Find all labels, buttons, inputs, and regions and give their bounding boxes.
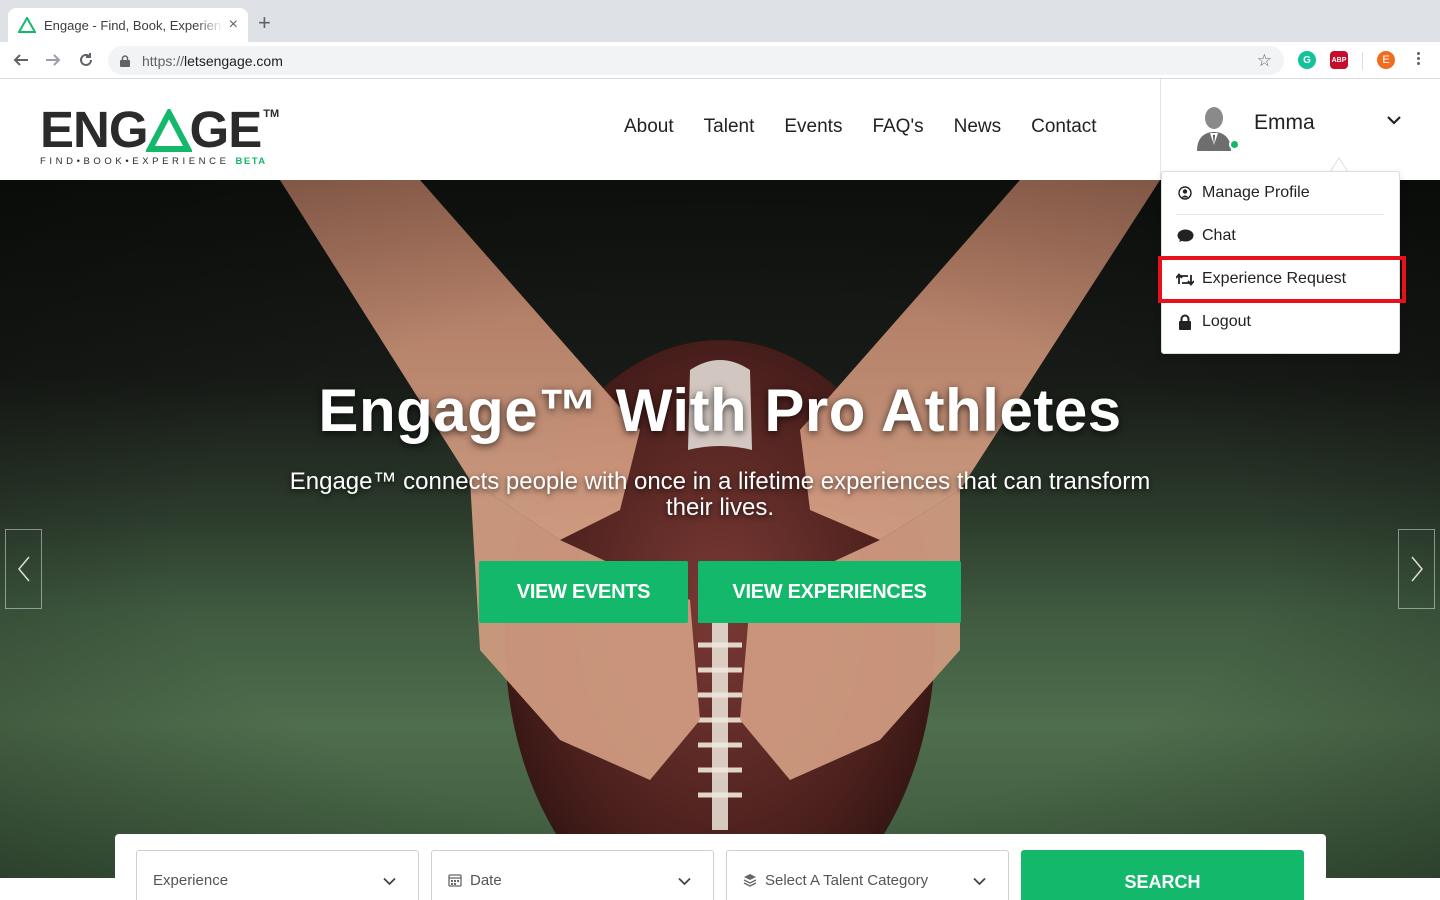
search-button[interactable]: SEARCH	[1021, 850, 1304, 900]
profile-avatar[interactable]: E	[1377, 51, 1395, 69]
nav-talent[interactable]: Talent	[704, 116, 755, 138]
layers-icon	[743, 874, 757, 887]
user-name[interactable]: Emma	[1254, 111, 1315, 135]
chevron-left-icon	[17, 556, 30, 582]
hero-title: Engage™ With Pro Athletes	[318, 377, 1122, 444]
date-field[interactable]: Date	[431, 850, 714, 900]
browser-toolbar: https://letsengage.com ☆ G ABP E	[0, 42, 1440, 79]
chevron-down-icon	[973, 877, 986, 886]
secure-lock-icon	[120, 54, 130, 67]
grammarly-icon[interactable]: G	[1298, 51, 1316, 69]
engage-favicon-icon	[18, 17, 36, 33]
chevron-down-icon	[678, 877, 691, 886]
view-experiences-button[interactable]: VIEW EXPERIENCES	[698, 561, 961, 623]
view-events-button[interactable]: VIEW EVENTS	[479, 561, 688, 623]
menu-item-label: Logout	[1202, 313, 1251, 330]
talent-category-label: Select A Talent Category	[765, 871, 929, 889]
user-circle-icon	[1176, 185, 1194, 201]
reload-icon[interactable]	[74, 48, 98, 72]
nav-news[interactable]: News	[954, 116, 1002, 138]
chevron-down-icon	[383, 877, 396, 886]
site-header: ENG GE TM FIND•BOOK•EXPERIENCE BETA About…	[0, 79, 1440, 180]
browser-menu-icon[interactable]	[1411, 50, 1425, 70]
nav-events[interactable]: Events	[784, 116, 842, 138]
user-menu[interactable]: Emma	[1160, 79, 1440, 180]
main-nav: About Talent Events FAQ's News Contact	[624, 116, 1127, 138]
carousel-prev-button[interactable]	[5, 529, 42, 609]
nav-about[interactable]: About	[624, 116, 674, 138]
url-text: https://letsengage.com	[142, 52, 283, 69]
engage-logo[interactable]: ENG GE TM FIND•BOOK•EXPERIENCE BETA	[40, 101, 292, 167]
hero-buttons: VIEW EVENTS VIEW EXPERIENCES	[479, 561, 961, 623]
tab-title: Engage - Find, Book, Experience	[44, 17, 223, 33]
nav-faqs[interactable]: FAQ's	[872, 116, 923, 138]
bookmark-star-icon[interactable]: ☆	[1257, 51, 1272, 71]
menu-item-chat[interactable]: Chat	[1176, 218, 1386, 254]
experience-select-label: Experience	[153, 871, 229, 889]
close-tab-icon[interactable]: ×	[229, 16, 238, 34]
chevron-down-icon[interactable]	[1387, 115, 1401, 125]
logo-tagline: FIND•BOOK•EXPERIENCE BETA	[40, 156, 267, 167]
browser-tab-bar: Engage - Find, Book, Experience × +	[0, 0, 1440, 42]
logo-wordmark: ENG GE TM	[40, 101, 280, 158]
carousel-next-button[interactable]	[1398, 529, 1435, 609]
menu-item-manage-profile[interactable]: Manage Profile	[1176, 175, 1386, 211]
hero-subtitle: Engage™ connects people with once in a l…	[289, 468, 1151, 521]
avatar[interactable]	[1195, 105, 1233, 151]
talent-category-select[interactable]: Select A Talent Category	[726, 850, 1009, 900]
nav-contact[interactable]: Contact	[1031, 116, 1096, 138]
toolbar-separator	[1362, 52, 1363, 70]
browser-tab[interactable]: Engage - Find, Book, Experience ×	[8, 8, 248, 42]
menu-divider	[1176, 214, 1384, 215]
menu-item-label: Manage Profile	[1202, 184, 1310, 201]
calendar-icon	[448, 874, 462, 887]
chevron-right-icon	[1410, 556, 1423, 582]
lock-icon	[1176, 314, 1194, 330]
menu-item-logout[interactable]: Logout	[1176, 304, 1386, 340]
adblock-plus-icon[interactable]: ABP	[1330, 51, 1348, 69]
address-bar[interactable]: https://letsengage.com ☆	[108, 46, 1284, 75]
search-panel: Experience Date Select A Talent Category…	[115, 834, 1326, 900]
online-status-dot	[1229, 139, 1240, 150]
forward-icon[interactable]	[41, 48, 65, 72]
menu-item-label: Chat	[1202, 227, 1236, 244]
chat-bubble-icon	[1176, 228, 1194, 244]
dropdown-caret	[1330, 157, 1348, 172]
new-tab-button[interactable]: +	[258, 12, 271, 34]
hero-content: Engage™ With Pro Athletes Engage™ connec…	[0, 376, 1440, 521]
logo-triangle-icon	[145, 109, 192, 152]
date-field-label: Date	[470, 871, 502, 889]
back-icon[interactable]	[9, 48, 33, 72]
experience-select[interactable]: Experience	[136, 850, 419, 900]
highlight-annotation-box	[1158, 256, 1406, 303]
